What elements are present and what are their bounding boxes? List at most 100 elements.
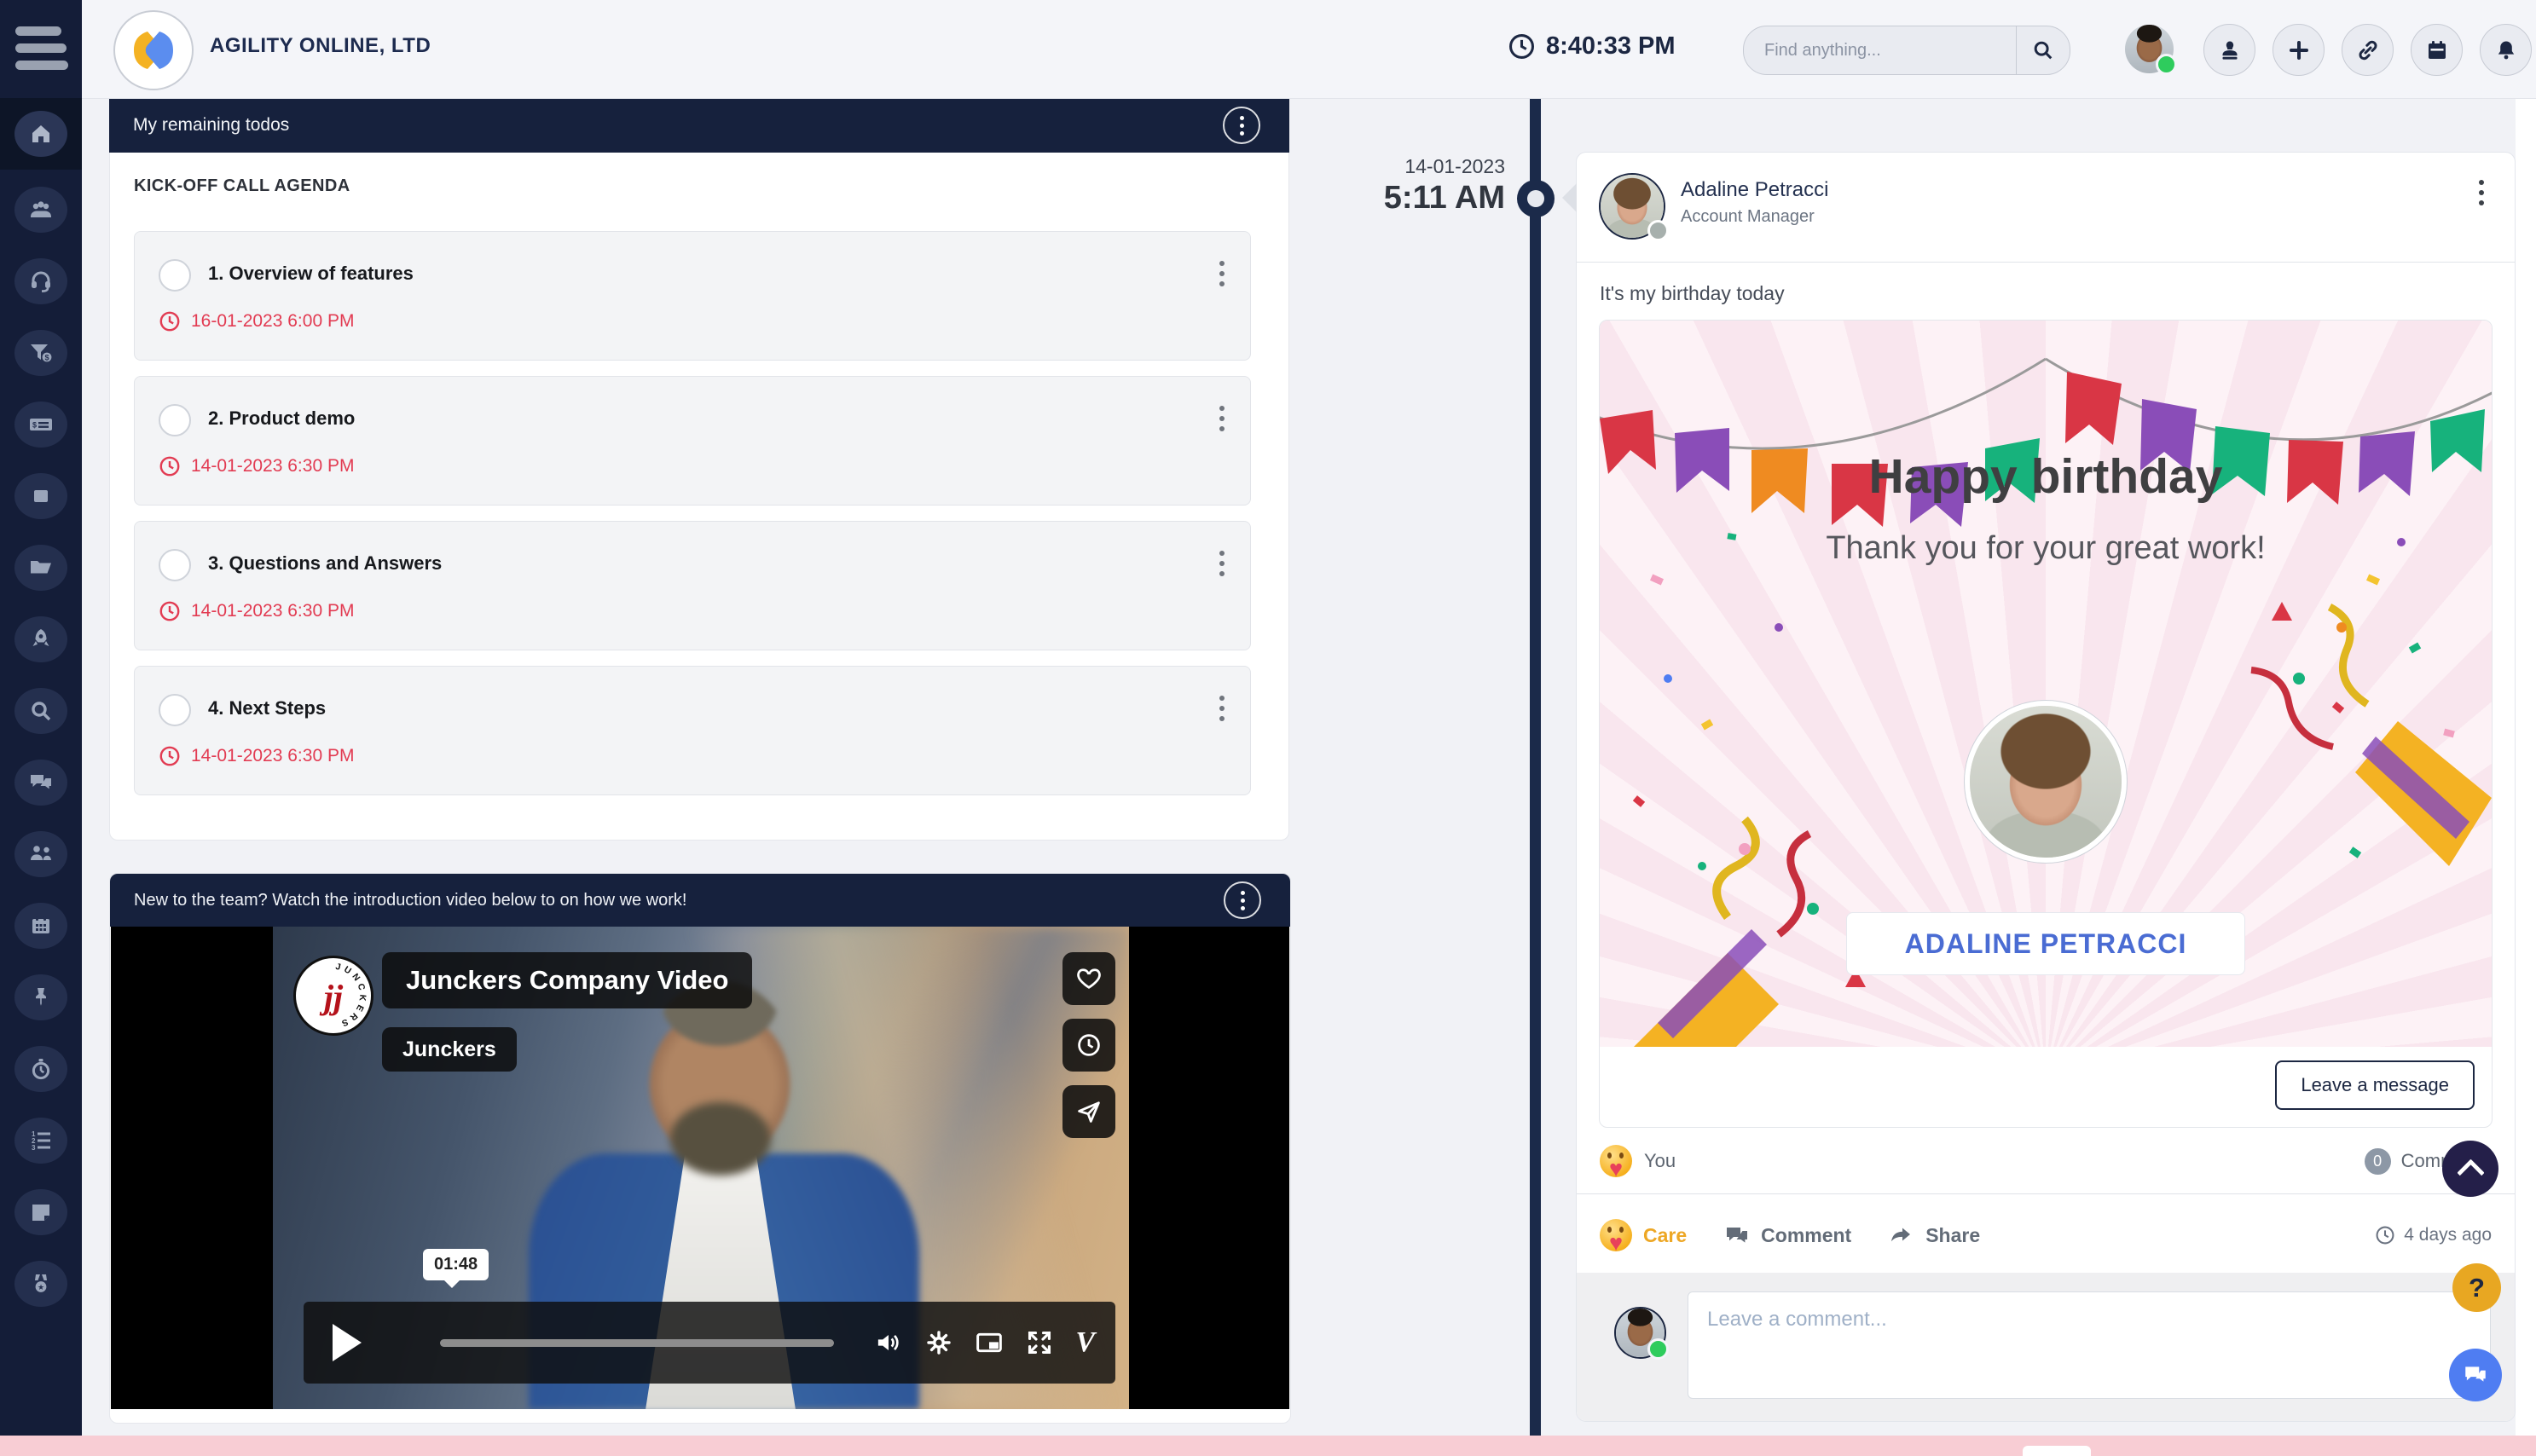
- like-video-button[interactable]: [1062, 952, 1115, 1005]
- heart-icon: [1075, 965, 1103, 992]
- todo-menu-icon[interactable]: [1219, 551, 1225, 576]
- top-header: AGILITY ONLINE, LTD 8:40:33 PM: [0, 0, 2536, 99]
- todo-label: 2. Product demo: [208, 407, 355, 430]
- todo-item: 3. Questions and Answers 14-01-2023 6:30…: [134, 521, 1251, 650]
- sidebar-item-employees[interactable]: [0, 174, 82, 246]
- todo-item: 2. Product demo 14-01-2023 6:30 PM: [134, 376, 1251, 506]
- birthday-heading: Happy birthday: [1600, 448, 2492, 505]
- chat-launcher-button[interactable]: [2449, 1349, 2502, 1401]
- sidebar-item-home[interactable]: [0, 98, 82, 170]
- settings-button[interactable]: [925, 1329, 952, 1356]
- search-input[interactable]: [1744, 41, 2016, 61]
- sidebar-item-documents[interactable]: [0, 532, 82, 604]
- fullscreen-button[interactable]: [1026, 1329, 1053, 1356]
- scroll-to-top-button[interactable]: [2442, 1141, 2498, 1197]
- company-name: AGILITY ONLINE, LTD: [210, 34, 431, 58]
- share-button[interactable]: Share: [1889, 1222, 1980, 1248]
- search-button[interactable]: [2016, 26, 2070, 74]
- leave-message-button[interactable]: Leave a message: [2275, 1060, 2475, 1110]
- comment-composer: [1577, 1273, 2515, 1421]
- video-byline-overlay[interactable]: Junckers: [382, 1027, 517, 1072]
- todo-label: 3. Questions and Answers: [208, 552, 442, 575]
- approvals-button[interactable]: [2203, 24, 2255, 76]
- sidebar-item-sales-funnel[interactable]: $: [0, 317, 82, 389]
- junckers-logo[interactable]: JUNCKERS jj: [293, 956, 373, 1036]
- comment-input[interactable]: [1688, 1291, 2491, 1399]
- avatar: [1970, 706, 2122, 858]
- video-player[interactable]: JUNCKERS jj Junckers Company Video Junck…: [111, 927, 1289, 1409]
- comments-count-badge: 0: [2365, 1148, 2391, 1175]
- links-button[interactable]: [2342, 24, 2394, 76]
- online-status-dot: [2156, 54, 2177, 75]
- due-clock-icon: [159, 310, 181, 332]
- sidebar-item-pinned[interactable]: [0, 962, 82, 1033]
- sidebar-item-chat[interactable]: [0, 747, 82, 818]
- pip-button[interactable]: [975, 1328, 1004, 1357]
- todos-widget-body: KICK-OFF CALL AGENDA 1. Overview of feat…: [109, 153, 1289, 841]
- share-video-button[interactable]: [1062, 1085, 1115, 1138]
- sidebar-item-cards[interactable]: [0, 460, 82, 532]
- sidebar-item-achievements[interactable]: ★: [0, 1248, 82, 1320]
- video-widget-title: New to the team? Watch the introduction …: [134, 891, 687, 910]
- post-author-name[interactable]: Adaline Petracci: [1681, 178, 1828, 202]
- todo-checkbox[interactable]: [159, 549, 191, 581]
- search-icon: [2032, 39, 2054, 61]
- stopwatch-icon: [14, 1046, 67, 1092]
- add-button[interactable]: [2273, 24, 2325, 76]
- sidebar-item-support[interactable]: [0, 246, 82, 317]
- plus-icon: [2287, 38, 2311, 62]
- clock-icon: [2375, 1225, 2395, 1245]
- sidebar-item-search[interactable]: [0, 675, 82, 747]
- todo-checkbox[interactable]: [159, 404, 191, 436]
- video-widget-menu-icon[interactable]: [1224, 881, 1261, 919]
- video-title-overlay[interactable]: Junckers Company Video: [382, 952, 752, 1008]
- link-icon: [2356, 38, 2380, 62]
- sidebar-item-launch[interactable]: [0, 604, 82, 675]
- bell-icon: [2494, 38, 2518, 62]
- video-progress-bar[interactable]: [440, 1339, 834, 1347]
- care-button[interactable]: Care: [1600, 1219, 1687, 1251]
- todo-label: 1. Overview of features: [208, 263, 414, 285]
- help-button[interactable]: ?: [2452, 1263, 2501, 1312]
- chevron-up-icon: [2457, 1158, 2485, 1187]
- due-clock-icon: [159, 455, 181, 477]
- reaction-you-label: You: [1644, 1150, 1676, 1172]
- vimeo-logo[interactable]: V: [1075, 1326, 1095, 1359]
- video-figure: [670, 1102, 771, 1176]
- todo-menu-icon[interactable]: [1219, 261, 1225, 286]
- todo-due: 14-01-2023 6:30 PM: [159, 455, 354, 477]
- sidebar-item-time-tracking[interactable]: [0, 1033, 82, 1105]
- right-scrollbar-track[interactable]: [2516, 98, 2536, 1436]
- company-logo[interactable]: [113, 10, 194, 90]
- sidebar-item-tasks[interactable]: 123: [0, 1105, 82, 1176]
- users-group-icon: [14, 187, 67, 233]
- play-button[interactable]: [333, 1324, 362, 1361]
- volume-button[interactable]: [874, 1328, 903, 1357]
- due-clock-icon: [159, 600, 181, 622]
- calendar-button[interactable]: [2411, 24, 2463, 76]
- post-menu-icon[interactable]: [2479, 180, 2484, 205]
- todo-menu-icon[interactable]: [1219, 696, 1225, 721]
- todo-due: 16-01-2023 6:00 PM: [159, 310, 354, 332]
- todo-menu-icon[interactable]: [1219, 406, 1225, 431]
- sidebar-item-team[interactable]: [0, 818, 82, 890]
- todo-checkbox[interactable]: [159, 259, 191, 292]
- notifications-button[interactable]: [2480, 24, 2532, 76]
- current-user-avatar[interactable]: [2125, 25, 2174, 73]
- sidebar-item-notes[interactable]: [0, 1176, 82, 1248]
- user-friends-icon: [14, 831, 67, 877]
- video-time-tooltip: 01:48: [423, 1249, 489, 1280]
- timeline-timestamp: 14-01-2023 5:11 AM: [1279, 155, 1505, 217]
- comment-button[interactable]: Comment: [1724, 1222, 1851, 1248]
- actions-divider: [1577, 1193, 2515, 1194]
- away-status-dot: [1647, 220, 1669, 241]
- video-overlay-actions: [1062, 952, 1115, 1138]
- todos-widget-menu-icon[interactable]: [1223, 107, 1260, 144]
- post-author-avatar[interactable]: [1599, 173, 1665, 240]
- sidebar-item-payments[interactable]: $: [0, 389, 82, 460]
- your-reaction[interactable]: You: [1600, 1145, 1676, 1177]
- hamburger-menu-icon[interactable]: [15, 26, 68, 78]
- todo-checkbox[interactable]: [159, 694, 191, 726]
- watch-later-button[interactable]: [1062, 1019, 1115, 1072]
- sidebar-item-calendar[interactable]: [0, 890, 82, 962]
